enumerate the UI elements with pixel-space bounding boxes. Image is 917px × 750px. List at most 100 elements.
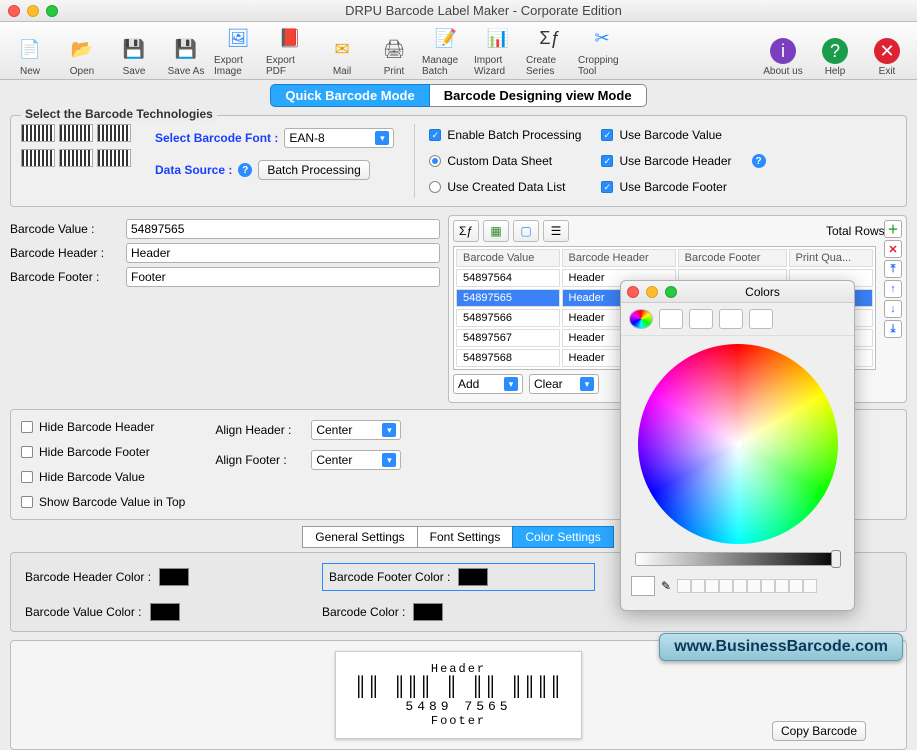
close-icon[interactable] [627,286,639,298]
hide-value-checkbox[interactable] [21,471,33,483]
create-series-button[interactable]: ΣƒCreate Series [526,23,574,77]
help-button[interactable]: ?Help [811,38,859,77]
preview-footer: Footer [354,714,562,728]
chevron-down-icon: ▾ [580,377,594,391]
color-palette-mode-icon[interactable] [689,309,713,329]
help-icon[interactable]: ? [238,163,252,177]
eyedropper-icon[interactable]: ✎ [661,579,671,593]
barcode-font-select[interactable]: EAN-8▾ [284,128,394,148]
traffic-lights [8,5,58,17]
technologies-legend: Select the Barcode Technologies [21,107,217,121]
batch-notes-button[interactable]: ▢ [513,220,539,242]
main-toolbar: 📄New 📂Open 💾Save 💾Save As 🖼Export Image … [0,22,917,80]
color-picker-popup: Colors ✎ [620,280,855,611]
move-down-button[interactable]: ↓ [884,300,902,318]
tab-general-settings[interactable]: General Settings [302,526,417,548]
close-window-icon[interactable] [8,5,20,17]
about-button[interactable]: iAbout us [759,38,807,77]
color-slots[interactable] [677,579,817,593]
use-header-checkbox[interactable]: ✓ [601,155,613,167]
color-crosshair-icon[interactable] [732,438,744,450]
tab-color-settings[interactable]: Color Settings [512,526,613,548]
batch-processing-button[interactable]: Batch Processing [258,160,369,180]
batch-add-select[interactable]: Add▾ [453,374,523,394]
created-list-radio[interactable] [429,181,441,193]
tab-designing-mode[interactable]: Barcode Designing view Mode [430,84,647,107]
hide-footer-checkbox[interactable] [21,446,33,458]
footer-color-swatch[interactable] [458,568,488,586]
enable-batch-checkbox[interactable]: ✓ [429,129,441,141]
hide-header-checkbox[interactable] [21,421,33,433]
barcode-header-input[interactable] [126,243,440,263]
custom-sheet-radio[interactable] [429,155,441,167]
barcode-color-swatch[interactable] [413,603,443,621]
print-button[interactable]: 🖨Print [370,34,418,77]
barcode-header-label: Barcode Header : [10,246,120,260]
exit-button[interactable]: ✕Exit [863,38,911,77]
save-button[interactable]: 💾Save [110,34,158,77]
barcode-tech-icon[interactable] [59,149,93,167]
preview-header: Header [354,662,562,676]
delete-row-button[interactable]: ✕ [884,240,902,258]
add-row-button[interactable]: ＋ [884,220,902,238]
chevron-down-icon: ▾ [375,131,389,145]
traffic-lights [627,286,677,298]
data-source-label: Data Source : [155,163,232,177]
color-image-mode-icon[interactable] [719,309,743,329]
color-crayons-mode-icon[interactable] [749,309,773,329]
barcode-value-input[interactable] [126,219,440,239]
color-wheel-mode-icon[interactable] [629,309,653,329]
minimize-icon[interactable] [646,286,658,298]
manage-batch-button[interactable]: 📝Manage Batch [422,23,470,77]
barcode-footer-input[interactable] [126,267,440,287]
barcode-footer-label: Barcode Footer : [10,270,120,284]
use-value-checkbox[interactable]: ✓ [601,129,613,141]
align-header-select[interactable]: Center▾ [311,420,401,440]
copy-barcode-button[interactable]: Copy Barcode [772,721,866,741]
move-top-button[interactable]: ⤒ [884,260,902,278]
move-up-button[interactable]: ↑ [884,280,902,298]
barcode-tech-icon[interactable] [97,149,131,167]
help-icon[interactable]: ? [752,154,766,168]
tab-quick-mode[interactable]: Quick Barcode Mode [270,84,429,107]
export-image-button[interactable]: 🖼Export Image [214,23,262,77]
mail-button[interactable]: ✉Mail [318,34,366,77]
export-pdf-button[interactable]: 📕Export PDF [266,23,314,77]
technologies-panel: Select the Barcode Technologies Select B… [10,115,907,207]
mode-tabs: Quick Barcode Mode Barcode Designing vie… [0,84,917,107]
barcode-card: Header ║║ ║║║ ║ ║║ ║║║║ 5489 7565 Footer [335,651,581,739]
slider-knob[interactable] [831,550,841,568]
brightness-slider[interactable] [635,552,840,566]
minimize-window-icon[interactable] [27,5,39,17]
import-wizard-button[interactable]: 📊Import Wizard [474,23,522,77]
cropping-tool-button[interactable]: ✂Cropping Tool [578,23,626,77]
color-wheel[interactable] [638,344,838,544]
barcode-tech-icon[interactable] [21,149,55,167]
value-color-swatch[interactable] [150,603,180,621]
batch-list-button[interactable]: ☰ [543,220,569,242]
batch-excel-button[interactable]: ▦ [483,220,509,242]
barcode-tech-icon[interactable] [21,124,55,142]
zoom-icon[interactable] [665,286,677,298]
value-top-checkbox[interactable] [21,496,33,508]
batch-clear-select[interactable]: Clear▾ [529,374,599,394]
zoom-window-icon[interactable] [46,5,58,17]
tab-font-settings[interactable]: Font Settings [417,526,514,548]
barcode-tech-icon[interactable] [97,124,131,142]
chevron-down-icon: ▾ [504,377,518,391]
align-footer-select[interactable]: Center▾ [311,450,401,470]
total-rows-label: Total Rows : [826,224,891,238]
barcode-tech-icon[interactable] [59,124,93,142]
save-as-button[interactable]: 💾Save As [162,34,210,77]
header-color-swatch[interactable] [159,568,189,586]
footer-color-label: Barcode Footer Color : [329,570,450,584]
color-sliders-mode-icon[interactable] [659,309,683,329]
batch-formula-button[interactable]: Σƒ [453,220,479,242]
current-color-swatch[interactable] [631,576,655,596]
barcode-value-label: Barcode Value : [10,222,120,236]
open-button[interactable]: 📂Open [58,34,106,77]
move-bottom-button[interactable]: ⤓ [884,320,902,338]
new-button[interactable]: 📄New [6,34,54,77]
barcode-bars-icon: ║║ ║║║ ║ ║║ ║║║║ [354,676,562,699]
use-footer-checkbox[interactable]: ✓ [601,181,613,193]
